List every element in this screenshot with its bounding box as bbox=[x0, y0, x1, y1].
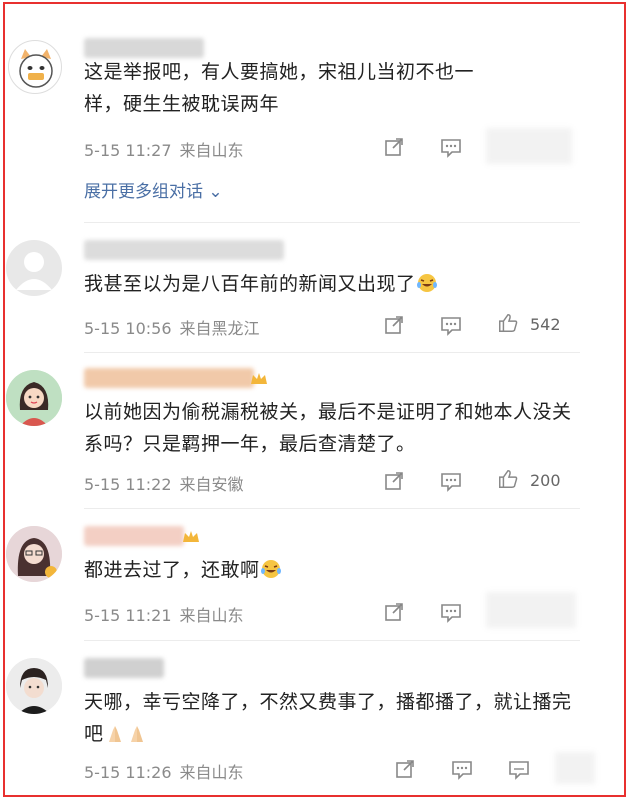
reply-icon[interactable] bbox=[508, 758, 530, 780]
comment-meta: 5-15 11:21 来自山东 bbox=[84, 602, 244, 626]
comment-location: 来自山东 bbox=[179, 141, 244, 160]
comment-time: 5-15 11:27 bbox=[84, 141, 172, 160]
comment-meta: 5-15 11:22 来自安徽 bbox=[84, 471, 244, 495]
like-area-blurred[interactable] bbox=[555, 752, 595, 784]
divider bbox=[84, 352, 580, 353]
comment-text-content: 天哪，幸亏空降了，不然又费事了，播都播了，就让播完吧 bbox=[84, 691, 572, 745]
comment-text: 天哪，幸亏空降了，不然又费事了，播都播了，就让播完吧 bbox=[84, 686, 574, 750]
username-blurred[interactable] bbox=[84, 368, 254, 388]
comment-location: 来自安徽 bbox=[179, 475, 244, 494]
like-area-blurred[interactable] bbox=[486, 128, 572, 164]
comment-time: 5-15 11:21 bbox=[84, 606, 172, 625]
comment-meta: 5-15 11:27 来自山东 bbox=[84, 137, 244, 161]
divider bbox=[84, 222, 580, 223]
comment-time: 5-15 11:22 bbox=[84, 475, 172, 494]
share-icon[interactable] bbox=[383, 470, 405, 492]
reply-icon[interactable] bbox=[440, 136, 462, 158]
avatar[interactable] bbox=[6, 370, 62, 426]
comment-text-content: 我甚至以为是八百年前的新闻又出现了 bbox=[84, 273, 416, 295]
username-blurred[interactable] bbox=[84, 240, 284, 260]
comment-text-content: 都进去过了，还敢啊 bbox=[84, 559, 260, 581]
comment-text: 这是举报吧，有人要搞她，宋祖儿当初不也一样，硬生生被耽误两年 bbox=[84, 61, 475, 115]
chevron-down-icon: ⌄ bbox=[208, 182, 223, 202]
comment-meta: 5-15 10:56 来自黑龙江 bbox=[84, 315, 260, 339]
expand-more-link[interactable]: 展开更多组对话 ⌄ bbox=[84, 177, 223, 202]
comment-text: 以前她因为偷税漏税被关，最后不是证明了和她本人没关系吗？只是羁押一年，最后查清楚… bbox=[84, 401, 572, 455]
praying-hands-emoji-icon bbox=[126, 722, 148, 744]
share-icon[interactable] bbox=[394, 758, 416, 780]
reply-icon[interactable] bbox=[440, 601, 462, 623]
comment-text: 都进去过了，还敢啊 bbox=[84, 554, 584, 586]
crown-badge-icon bbox=[180, 526, 202, 548]
share-icon[interactable] bbox=[383, 314, 405, 336]
like-icon[interactable] bbox=[497, 312, 521, 336]
comment-location: 来自山东 bbox=[179, 763, 244, 782]
comment-time: 5-15 11:26 bbox=[84, 763, 172, 782]
divider bbox=[84, 640, 580, 641]
laughing-crying-emoji-icon bbox=[260, 558, 282, 580]
like-count: 542 bbox=[530, 315, 561, 334]
like-area-blurred[interactable] bbox=[486, 592, 576, 628]
username-blurred[interactable] bbox=[84, 658, 164, 678]
share-icon[interactable] bbox=[383, 136, 405, 158]
reply-icon[interactable] bbox=[440, 470, 462, 492]
avatar[interactable] bbox=[8, 40, 62, 94]
reply-icon[interactable] bbox=[440, 314, 462, 336]
comment-meta: 5-15 11:26 来自山东 bbox=[84, 759, 244, 783]
expand-label: 展开更多组对话 bbox=[84, 182, 203, 202]
avatar[interactable] bbox=[6, 658, 62, 714]
share-icon[interactable] bbox=[383, 601, 405, 623]
reply-icon[interactable] bbox=[451, 758, 473, 780]
username-blurred[interactable] bbox=[84, 526, 184, 546]
laughing-crying-emoji-icon bbox=[416, 272, 438, 294]
crown-badge-icon bbox=[248, 368, 270, 390]
like-icon[interactable] bbox=[497, 468, 521, 492]
comment-location: 来自黑龙江 bbox=[179, 319, 260, 338]
divider bbox=[84, 508, 580, 509]
comment-time: 5-15 10:56 bbox=[84, 319, 172, 338]
avatar[interactable] bbox=[6, 526, 62, 582]
like-count: 200 bbox=[530, 471, 561, 490]
comment-text: 我甚至以为是八百年前的新闻又出现了 bbox=[84, 268, 584, 300]
comment-location: 来自山东 bbox=[179, 606, 244, 625]
praying-hands-emoji-icon bbox=[104, 722, 126, 744]
avatar[interactable] bbox=[6, 240, 62, 296]
username-blurred[interactable] bbox=[84, 38, 204, 58]
